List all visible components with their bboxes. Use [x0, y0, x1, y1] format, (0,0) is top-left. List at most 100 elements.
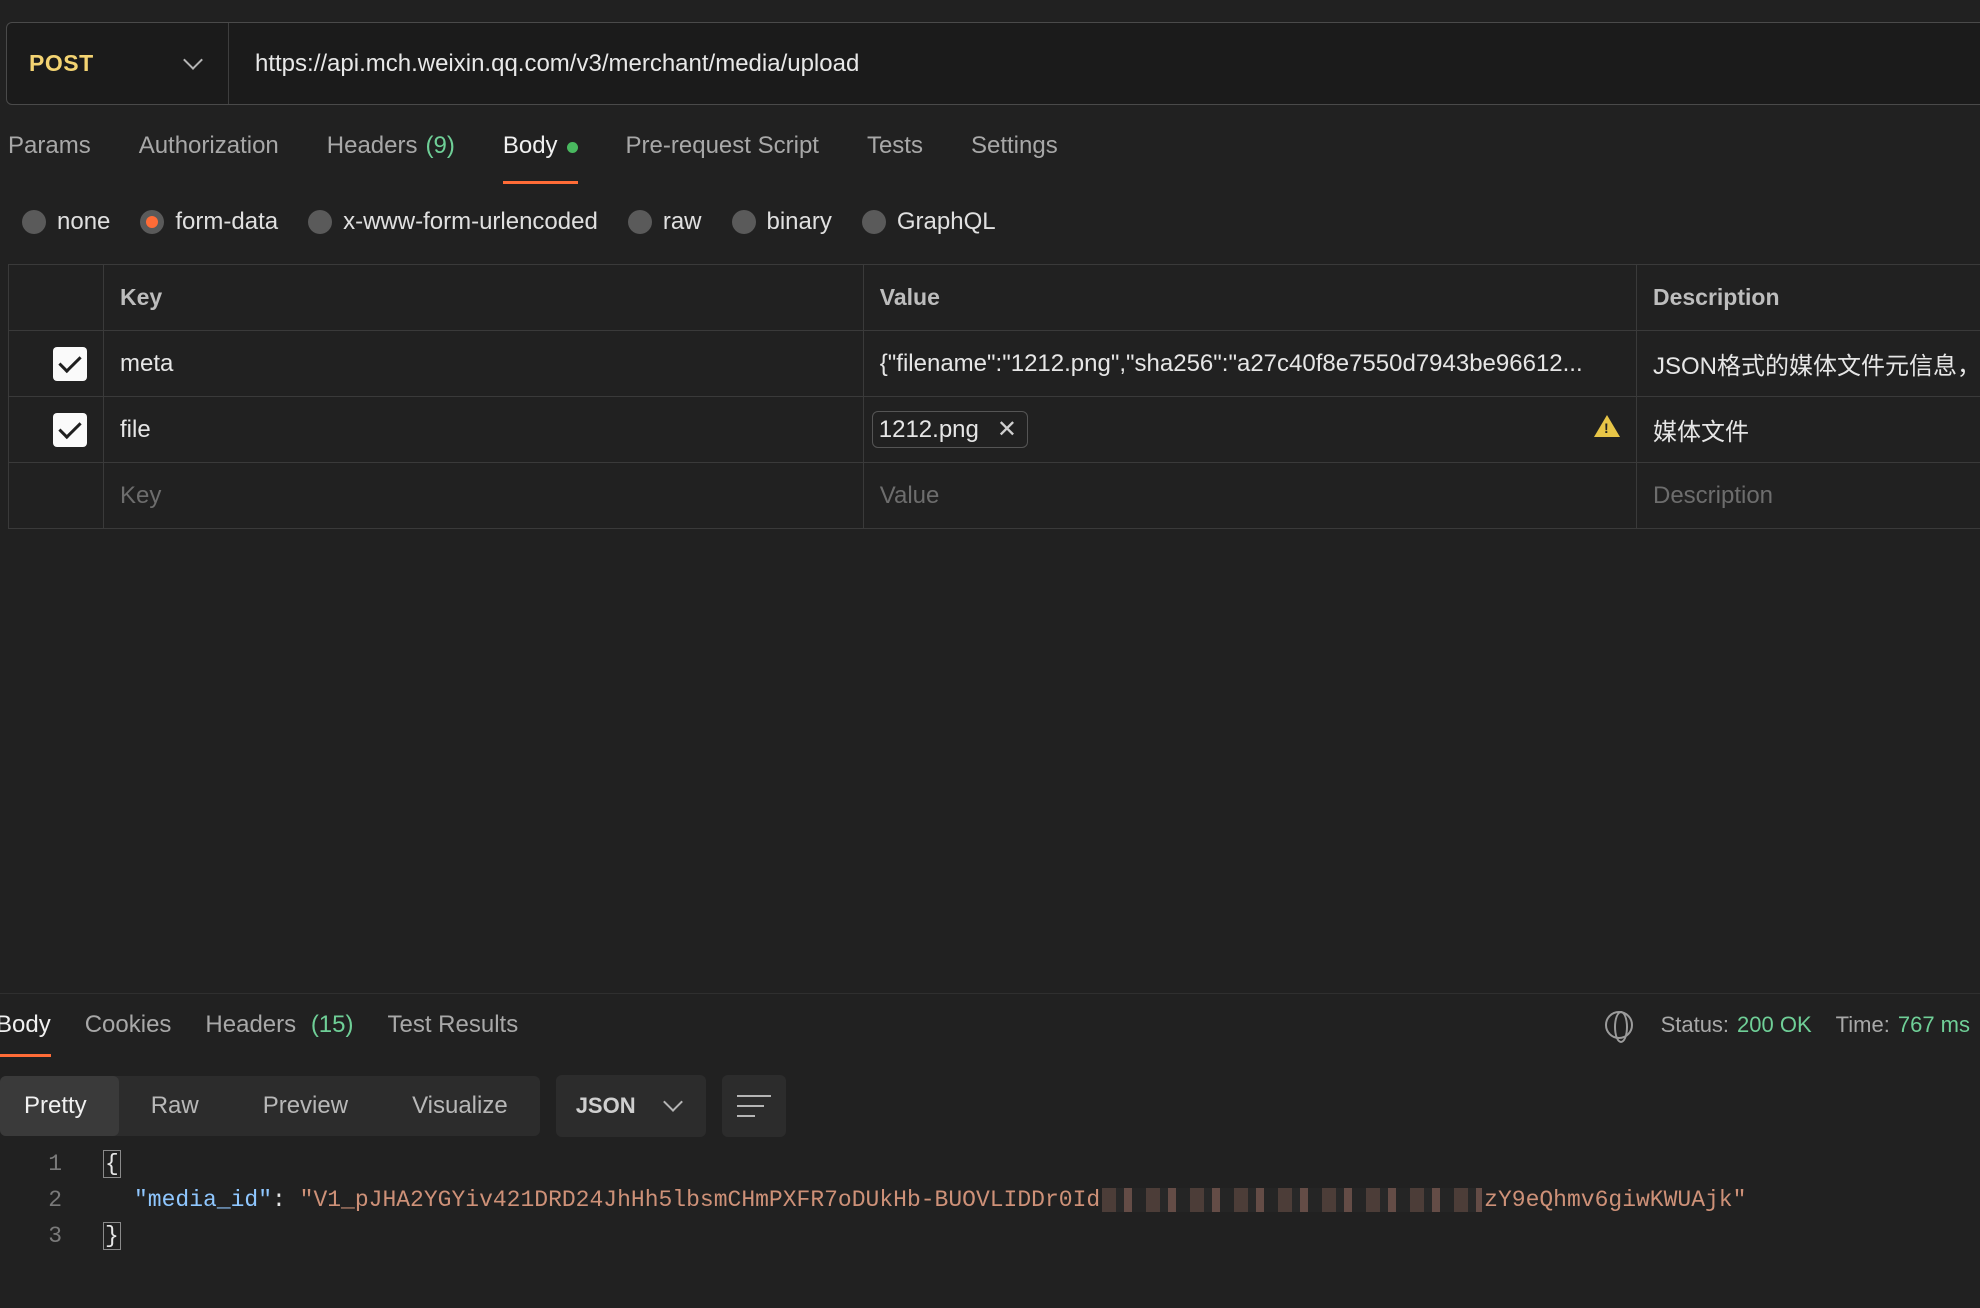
method-select[interactable]: POST: [7, 23, 229, 104]
status-value[interactable]: 200 OK: [1737, 1012, 1812, 1038]
row-checkbox[interactable]: [53, 346, 87, 381]
row-value[interactable]: {"filename":"1212.png","sha256":"a27c40f…: [862, 330, 1637, 397]
tab-body[interactable]: Body: [502, 132, 578, 184]
code-line: 3 }: [0, 1218, 1746, 1254]
line-number: 2: [48, 1187, 62, 1213]
format-label: JSON: [575, 1093, 636, 1118]
row-key[interactable]: meta: [103, 330, 864, 397]
status-label: Status:: [1660, 1012, 1730, 1037]
view-pretty-button[interactable]: Pretty: [0, 1076, 119, 1136]
json-key: "media_id": [134, 1187, 273, 1213]
method-label: POST: [29, 50, 94, 76]
radio-binary[interactable]: binary: [731, 208, 832, 236]
radio-graphql[interactable]: GraphQL: [861, 208, 996, 236]
tab-label: Settings: [970, 132, 1058, 159]
radio-icon: [627, 210, 652, 234]
response-divider[interactable]: [0, 993, 1980, 994]
tab-label: Cookies: [84, 1011, 172, 1038]
warning-icon[interactable]: [1593, 415, 1620, 437]
json-value-start: "V1_pJHA2YGYiv421DRD24JhHh5lbsmCHmPXFR7o…: [299, 1187, 1101, 1213]
response-tab-body[interactable]: Body: [0, 1011, 51, 1057]
headers-count: (9): [425, 132, 455, 159]
row-description[interactable]: JSON格式的媒体文件元信息，: [1635, 330, 1980, 397]
json-colon: :: [272, 1187, 300, 1213]
wrap-icon-line: [736, 1115, 756, 1117]
radio-icon: [22, 210, 46, 234]
row-check-cell: [8, 330, 104, 397]
row-description[interactable]: 媒体文件: [1635, 396, 1980, 463]
description-placeholder[interactable]: Description: [1635, 462, 1980, 529]
tab-authorization[interactable]: Authorization: [139, 132, 279, 184]
url-bar: POST: [6, 22, 1980, 105]
response-tab-headers[interactable]: Headers (15): [205, 1011, 353, 1057]
table-header-row: Key Value Description: [8, 264, 1980, 331]
tab-label: Params: [8, 132, 91, 159]
header-check: [8, 264, 104, 331]
response-headers-count: (15): [310, 1011, 354, 1038]
tab-settings[interactable]: Settings: [971, 132, 1058, 184]
tab-params[interactable]: Params: [8, 132, 91, 184]
radio-label: binary: [766, 208, 832, 235]
wrap-lines-button[interactable]: [721, 1075, 786, 1137]
tab-headers[interactable]: Headers (9): [327, 132, 455, 184]
time-value[interactable]: 767 ms: [1898, 1012, 1970, 1038]
radio-label: raw: [662, 208, 702, 235]
file-chip: 1212.png ✕: [871, 411, 1028, 448]
table-row: meta {"filename":"1212.png","sha256":"a2…: [8, 330, 1980, 397]
response-view-bar: Pretty Raw Preview Visualize JSON: [0, 1075, 786, 1137]
tab-label: Body: [502, 132, 558, 159]
row-key[interactable]: file: [103, 396, 864, 463]
view-raw-button[interactable]: Raw: [119, 1076, 231, 1136]
chevron-down-icon: [183, 49, 203, 70]
tab-label: Headers: [326, 132, 418, 159]
response-tab-cookies[interactable]: Cookies: [85, 1011, 172, 1057]
tab-label: Tests: [866, 132, 923, 159]
response-code-editor[interactable]: 1 { 2 "media_id" : "V1_pJHA2YGYiv421DRD2…: [0, 1146, 1746, 1254]
line-number: 3: [48, 1223, 62, 1249]
view-visualize-button[interactable]: Visualize: [380, 1076, 540, 1136]
radio-form-data[interactable]: form-data: [140, 208, 278, 236]
response-status: Status: 200 OK Time: 767 ms: [1604, 1011, 1970, 1043]
radio-icon: [731, 210, 756, 234]
format-select[interactable]: JSON: [555, 1075, 706, 1137]
modified-dot-icon: [566, 142, 578, 153]
chevron-down-icon: [662, 1092, 683, 1112]
tab-label: Authorization: [138, 132, 279, 159]
close-icon[interactable]: ✕: [997, 415, 1017, 444]
wrap-icon: [736, 1095, 771, 1097]
tab-label: Headers: [205, 1011, 297, 1038]
radio-label: GraphQL: [896, 208, 996, 235]
header-key: Key: [103, 264, 864, 331]
radio-urlencoded[interactable]: x-www-form-urlencoded: [308, 208, 598, 236]
row-checkbox[interactable]: [53, 412, 87, 447]
radio-none[interactable]: none: [22, 208, 110, 236]
json-open-brace: {: [103, 1150, 121, 1178]
radio-label: none: [57, 208, 111, 235]
tab-label: Pre-request Script: [625, 132, 819, 159]
network-globe-icon[interactable]: [1604, 1011, 1633, 1043]
response-tab-test-results[interactable]: Test Results: [388, 1011, 519, 1057]
radio-raw[interactable]: raw: [627, 208, 702, 236]
row-check-cell: [8, 396, 104, 463]
json-close-brace: }: [103, 1222, 121, 1250]
radio-icon: [308, 210, 333, 234]
url-input[interactable]: [255, 49, 1755, 78]
value-placeholder[interactable]: Value: [862, 462, 1637, 529]
redacted-region: [1102, 1188, 1483, 1212]
radio-label: x-www-form-urlencoded: [343, 208, 598, 235]
form-data-table: Key Value Description meta {"filename":"…: [8, 264, 1980, 529]
header-value: Value: [862, 264, 1637, 331]
tab-tests[interactable]: Tests: [867, 132, 923, 184]
json-value-end: zY9eQhmv6giwKWUAjk": [1484, 1187, 1747, 1213]
key-placeholder[interactable]: Key: [103, 462, 864, 529]
row-value[interactable]: 1212.png ✕: [862, 396, 1637, 463]
view-preview-button[interactable]: Preview: [231, 1076, 380, 1136]
tab-pre-request-script[interactable]: Pre-request Script: [626, 132, 819, 184]
response-tabs: Body Cookies Headers (15) Test Results: [0, 1011, 552, 1057]
view-mode-group: Pretty Raw Preview Visualize: [0, 1076, 540, 1136]
wrap-icon-line: [736, 1105, 764, 1107]
tab-label: Body: [0, 1011, 51, 1038]
radio-label: form-data: [175, 208, 279, 235]
request-tabs: Params Authorization Headers (9) Body Pre…: [8, 132, 1106, 184]
radio-icon: [861, 210, 886, 234]
